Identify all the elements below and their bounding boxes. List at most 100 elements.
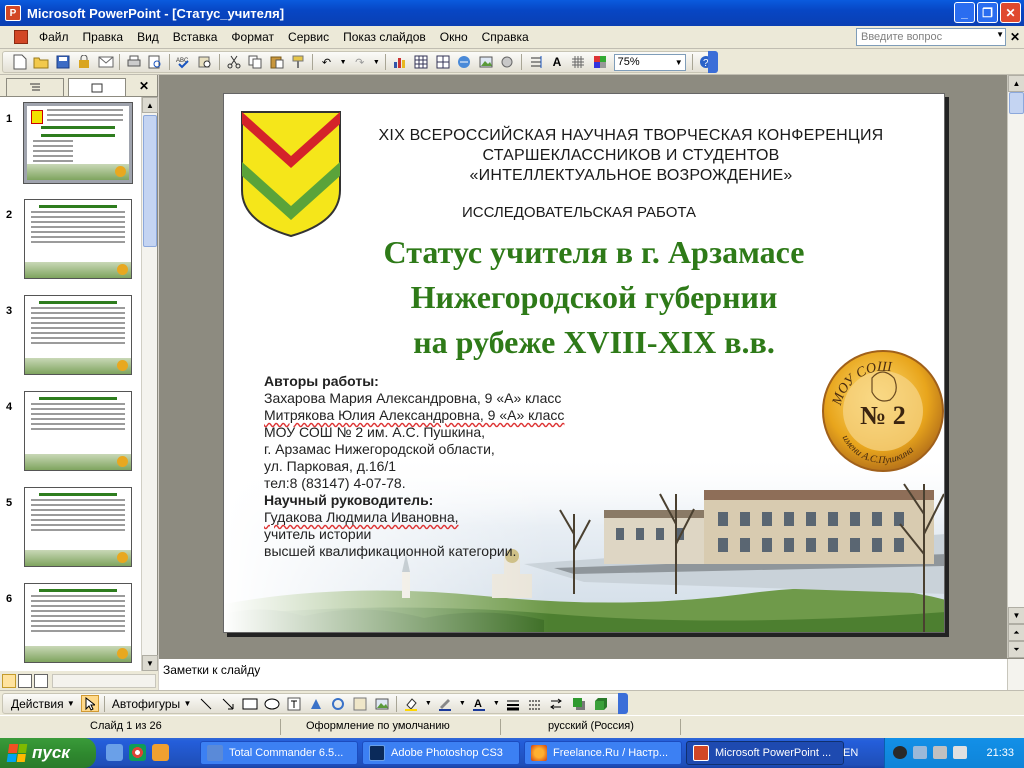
menu-slideshow[interactable]: Показ слайдов — [336, 30, 433, 44]
scroll-up-icon[interactable]: ▲ — [142, 97, 158, 113]
restore-button[interactable]: ❐ — [977, 2, 998, 23]
scroll-down-icon[interactable]: ▼ — [142, 655, 158, 671]
new-document-icon[interactable] — [11, 53, 28, 71]
color-grayscale-icon[interactable] — [591, 53, 608, 71]
insert-chart-icon[interactable] — [391, 53, 408, 71]
select-cursor-icon[interactable] — [80, 695, 99, 712]
horizontal-scrollbar[interactable] — [52, 674, 156, 688]
slide-vertical-scrollbar[interactable]: ▲ ▼ ⏶ ⏷ — [1007, 75, 1024, 658]
outline-tab[interactable] — [6, 78, 64, 96]
scroll-down-icon[interactable]: ▼ — [1008, 607, 1024, 624]
permission-icon[interactable] — [75, 53, 92, 71]
slideshow-view-button[interactable] — [34, 673, 48, 688]
menu-view[interactable]: Вид — [130, 30, 166, 44]
tray-app-icon[interactable] — [893, 746, 907, 759]
slide-thumbnail[interactable] — [24, 583, 132, 663]
chevron-down-icon[interactable]: ▼ — [424, 695, 432, 712]
font-color-icon[interactable]: A — [470, 695, 488, 712]
chevron-down-icon[interactable]: ▼ — [492, 695, 500, 712]
undo-icon[interactable]: ↶ — [318, 53, 335, 71]
cut-icon[interactable] — [225, 53, 242, 71]
scroll-up-icon[interactable]: ▲ — [1008, 75, 1024, 92]
safely-remove-icon[interactable] — [953, 746, 967, 759]
slide-thumbnail[interactable] — [24, 487, 132, 567]
slides-pane-scrollbar[interactable]: ▲ ▼ — [141, 97, 158, 671]
arrow-style-icon[interactable] — [548, 695, 566, 712]
rectangle-icon[interactable] — [241, 695, 259, 712]
tables-borders-icon[interactable] — [434, 53, 451, 71]
show-desktop-icon[interactable] — [106, 744, 123, 761]
slide-thumbnail[interactable] — [24, 295, 132, 375]
scroll-thumb[interactable] — [1009, 92, 1024, 114]
drawing-toolbar-options-chevron[interactable] — [618, 693, 628, 714]
chevron-down-icon[interactable]: ▼ — [458, 695, 466, 712]
media-player-icon[interactable] — [152, 744, 169, 761]
autoshapes-menu[interactable]: Автофигуры ▼ — [108, 697, 196, 711]
paste-icon[interactable] — [268, 53, 285, 71]
format-painter-icon[interactable] — [289, 53, 306, 71]
line-style-icon[interactable] — [504, 695, 522, 712]
zoom-select[interactable]: 75% ▼ — [613, 53, 686, 71]
textbox-icon[interactable] — [285, 695, 303, 712]
menu-tools[interactable]: Сервис — [281, 30, 336, 44]
slide-thumbnail[interactable] — [24, 199, 132, 279]
line-icon[interactable] — [197, 695, 215, 712]
insert-hyperlink-icon[interactable] — [456, 53, 473, 71]
chevron-down-icon[interactable]: ▼ — [372, 53, 380, 71]
notes-scrollbar[interactable] — [1007, 659, 1024, 691]
authors-block[interactable]: Авторы работы: Захарова Мария Александро… — [264, 373, 564, 560]
copy-icon[interactable] — [246, 53, 263, 71]
slide-canvas[interactable]: XIX ВСЕРОССИЙСКАЯ НАУЧНАЯ ТВОРЧЕСКАЯ КОН… — [223, 93, 945, 633]
save-icon[interactable] — [54, 53, 71, 71]
shadow-style-icon[interactable] — [570, 695, 588, 712]
input-language[interactable]: EN — [843, 747, 858, 759]
fill-color-icon[interactable] — [402, 695, 420, 712]
open-folder-icon[interactable] — [32, 53, 49, 71]
print-icon[interactable] — [125, 53, 142, 71]
dash-style-icon[interactable] — [526, 695, 544, 712]
diagram-icon[interactable] — [329, 695, 347, 712]
chrome-icon[interactable] — [129, 744, 146, 761]
task-powerpoint[interactable]: Microsoft PowerPoint ... — [686, 741, 844, 765]
task-firefox-freelance[interactable]: Freelance.Ru / Настр... — [524, 741, 682, 765]
slide-sorter-view-button[interactable] — [18, 673, 32, 688]
chevron-down-icon[interactable]: ▼ — [339, 53, 347, 71]
print-preview-icon[interactable] — [147, 53, 164, 71]
menu-window[interactable]: Окно — [433, 30, 475, 44]
menu-help[interactable]: Справка — [475, 30, 536, 44]
task-total-commander[interactable]: Total Commander 6.5... — [200, 741, 358, 765]
show-formatting-icon[interactable]: A — [548, 53, 565, 71]
slide-thumbnail[interactable] — [23, 102, 133, 184]
clipart-icon[interactable] — [351, 695, 369, 712]
actions-menu[interactable]: Действия ▼ — [7, 697, 79, 711]
document-close-icon[interactable]: ✕ — [1010, 30, 1020, 44]
menu-format[interactable]: Формат — [224, 30, 281, 44]
redo-icon[interactable]: ↷ — [351, 53, 368, 71]
oval-icon[interactable] — [263, 695, 281, 712]
line-color-icon[interactable] — [436, 695, 454, 712]
slides-tab[interactable] — [68, 78, 126, 96]
normal-view-button[interactable] — [2, 673, 16, 688]
clipart-icon[interactable] — [498, 53, 515, 71]
picture-icon[interactable] — [373, 695, 391, 712]
expand-all-icon[interactable] — [527, 53, 544, 71]
network-icon[interactable] — [913, 746, 927, 759]
document-icon[interactable] — [14, 30, 28, 44]
menu-edit[interactable]: Правка — [76, 30, 131, 44]
arrow-icon[interactable] — [219, 695, 237, 712]
slide-thumbnail[interactable] — [24, 391, 132, 471]
menu-insert[interactable]: Вставка — [166, 30, 225, 44]
3d-style-icon[interactable] — [592, 695, 610, 712]
help-question-input[interactable]: Введите вопрос — [856, 28, 1006, 46]
scroll-thumb[interactable] — [143, 115, 157, 247]
show-grid-icon[interactable] — [570, 53, 587, 71]
next-slide-icon[interactable]: ⏷ — [1008, 641, 1024, 658]
start-button[interactable]: пуск — [0, 738, 96, 768]
toolbar-options-chevron[interactable] — [708, 51, 718, 73]
notes-pane[interactable]: Заметки к слайду — [159, 658, 1024, 691]
minimize-button[interactable]: _ — [954, 2, 975, 23]
insert-table-icon[interactable] — [413, 53, 430, 71]
insert-picture-icon[interactable] — [477, 53, 494, 71]
slide-main-title[interactable]: Статус учителя в г. Арзамасе Нижегородск… — [334, 230, 854, 365]
chevron-down-icon[interactable]: ▼ — [996, 30, 1004, 39]
